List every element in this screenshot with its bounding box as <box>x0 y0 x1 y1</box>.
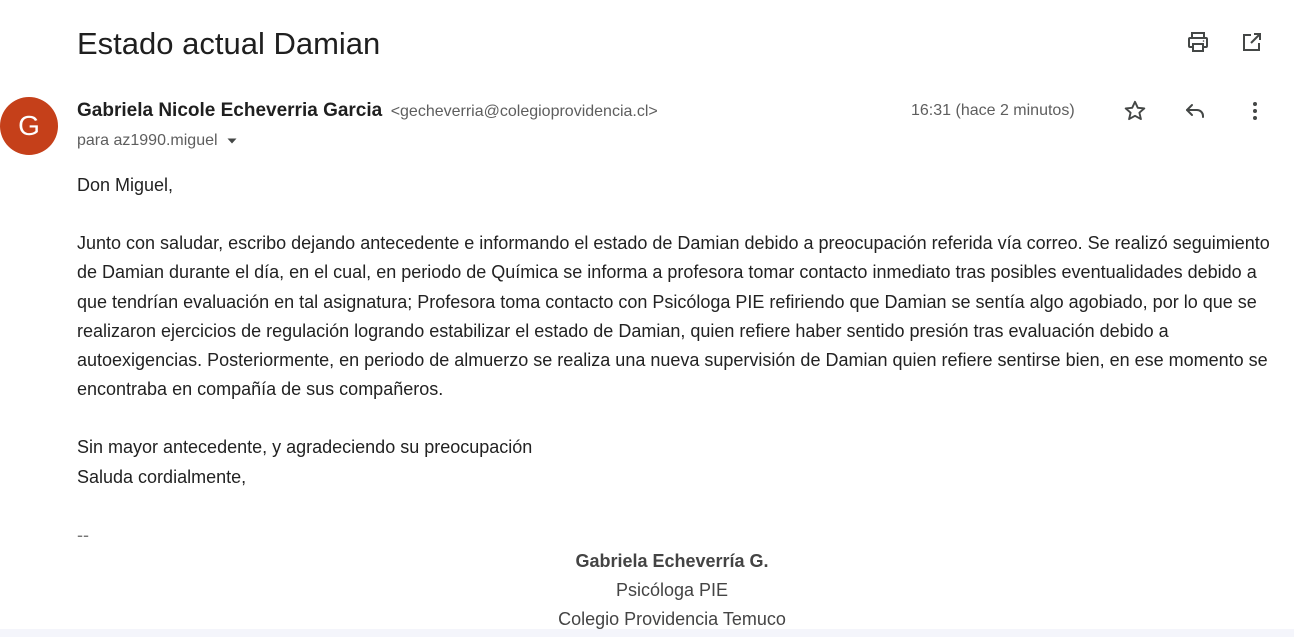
bottom-bar <box>0 629 1294 637</box>
email-subject: Estado actual Damian <box>77 26 381 61</box>
signature-name: Gabriela Echeverría G. <box>575 551 769 571</box>
reply-icon[interactable] <box>1183 99 1207 123</box>
recipient-text: para az1990.miguel <box>77 132 218 149</box>
email-body: Don Miguel, Junto con saludar, escribo d… <box>77 171 1272 550</box>
thread-actions <box>1186 30 1264 54</box>
closing-line-2: Saluda cordialmente, <box>77 466 247 487</box>
email-timestamp: 16:31 (hace 2 minutos) <box>911 102 1075 119</box>
signature-separator: -- <box>77 524 89 545</box>
body-paragraph: Junto con saludar, escribo dejando antec… <box>77 233 1270 400</box>
sender-email: <gecheverria@colegioprovidencia.cl> <box>390 103 658 120</box>
recipient-line: para az1990.miguel <box>77 130 238 152</box>
message-actions <box>1123 99 1267 123</box>
open-in-new-window-icon[interactable] <box>1240 30 1264 54</box>
signature-role: Psicóloga PIE <box>615 580 729 600</box>
email-view: Estado actual Damian G Gabriela Nicole E… <box>0 0 1294 637</box>
star-icon[interactable] <box>1123 99 1147 123</box>
sender-info: Gabriela Nicole Echeverria Garcia <geche… <box>77 98 658 125</box>
avatar[interactable]: G <box>0 97 58 155</box>
chevron-down-icon[interactable] <box>226 135 238 147</box>
sender-name[interactable]: Gabriela Nicole Echeverria Garcia <box>77 100 382 121</box>
print-icon[interactable] <box>1186 30 1210 54</box>
greeting: Don Miguel, <box>77 175 174 195</box>
more-vertical-icon[interactable] <box>1243 99 1267 123</box>
closing-line-1: Sin mayor antecedente, y agradeciendo su… <box>77 437 533 458</box>
signature-block: Gabriela Echeverría G. Psicóloga PIE Col… <box>0 547 1294 634</box>
